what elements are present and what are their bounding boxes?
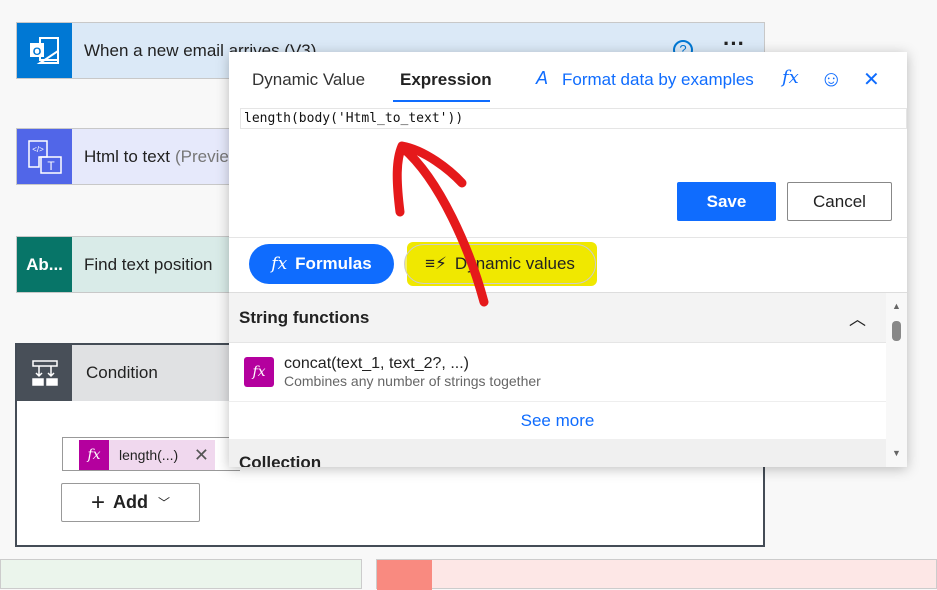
red-arrow-annotation bbox=[392, 141, 489, 307]
